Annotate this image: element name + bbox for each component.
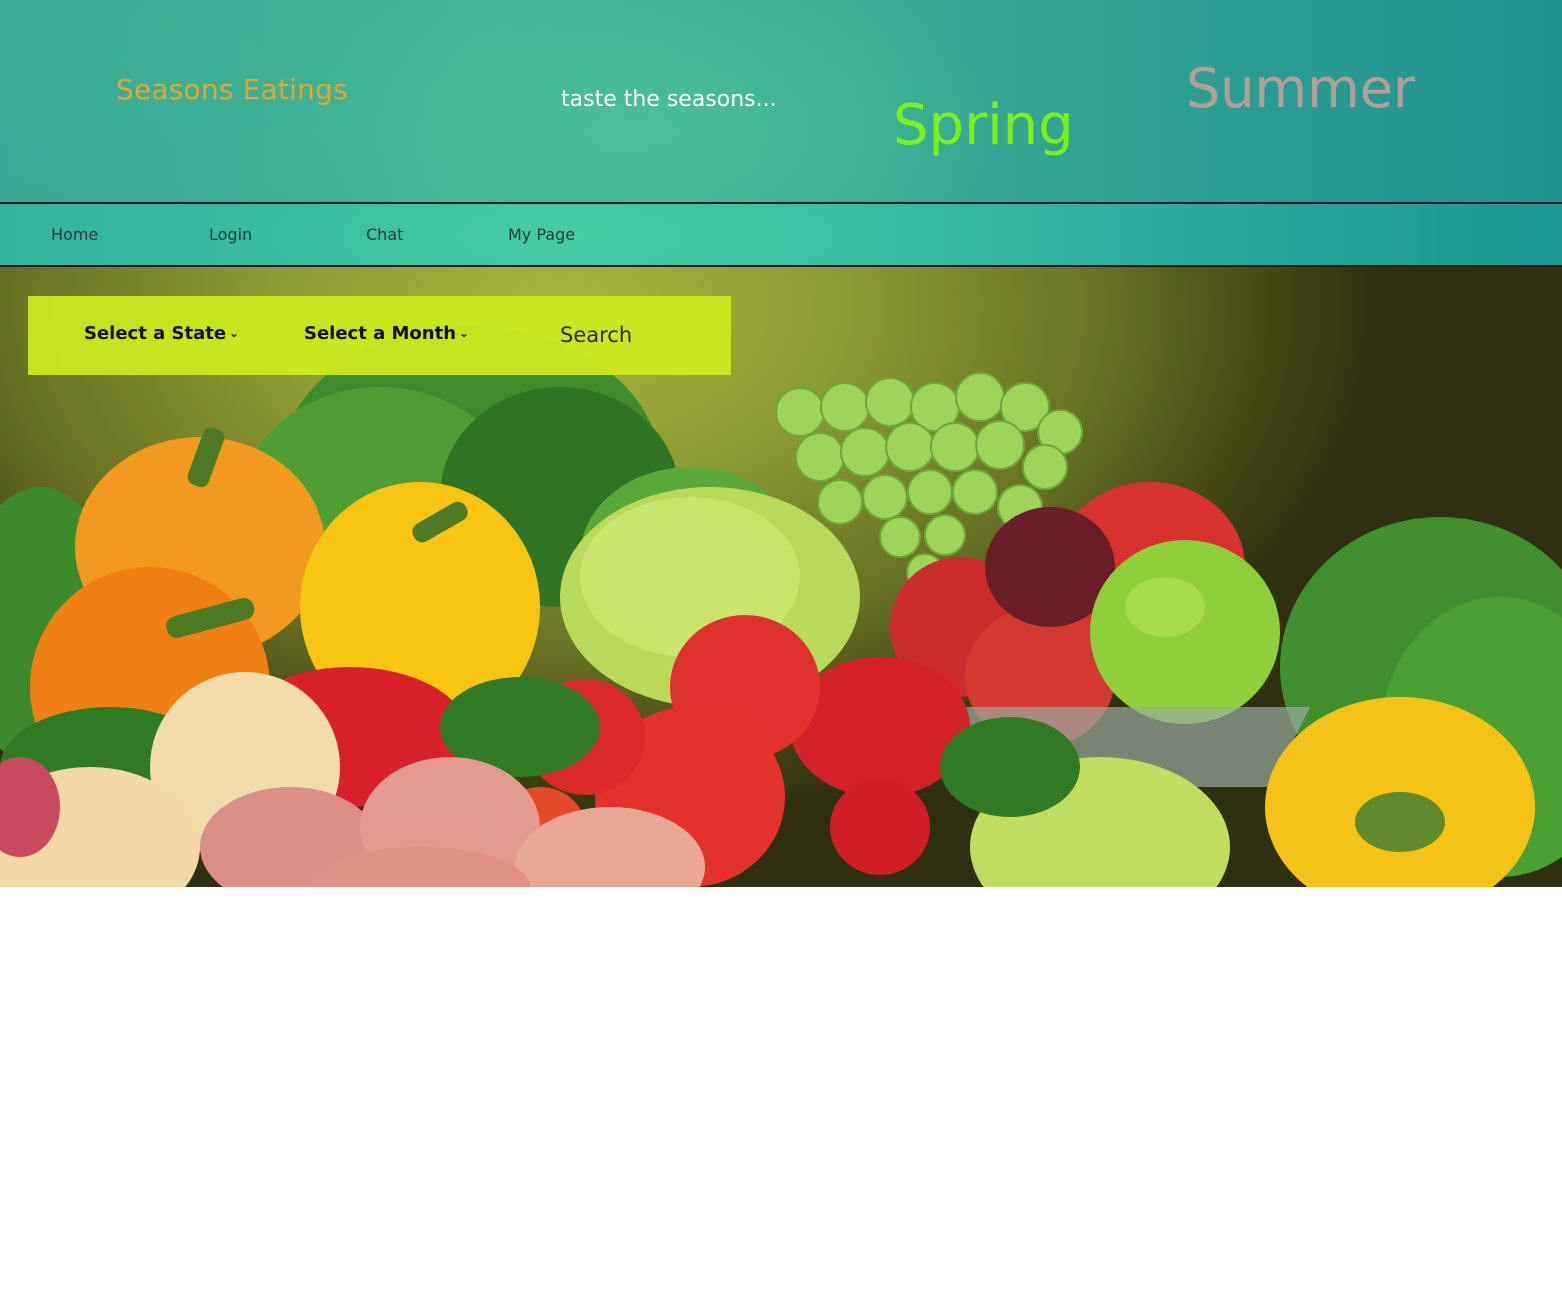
- state-select[interactable]: Select a State ⌄: [84, 323, 239, 344]
- search-input[interactable]: [560, 316, 720, 354]
- tagline: taste the seasons...: [561, 87, 777, 112]
- nav-home-link[interactable]: Home: [51, 225, 98, 244]
- filter-bar: Select a State ⌄ Select a Month ⌄: [28, 296, 731, 375]
- season-summer[interactable]: Summer: [1186, 62, 1415, 116]
- site-logo-text[interactable]: Seasons Eatings: [116, 73, 348, 106]
- nav-chat-link[interactable]: Chat: [366, 225, 403, 244]
- nav-my-page-link[interactable]: My Page: [508, 225, 575, 244]
- nav-login-link[interactable]: Login: [209, 225, 252, 244]
- main-nav: Home Login Chat My Page: [0, 202, 1562, 267]
- season-spring[interactable]: Spring: [893, 98, 1074, 154]
- site-header: Seasons Eatings taste the seasons... Spr…: [0, 0, 1562, 202]
- chevron-down-icon: ⌄: [229, 326, 240, 340]
- chevron-down-icon: ⌄: [459, 326, 470, 340]
- month-select[interactable]: Select a Month ⌄: [304, 323, 469, 344]
- month-select-label: Select a Month: [304, 323, 457, 344]
- state-select-label: Select a State: [84, 323, 227, 344]
